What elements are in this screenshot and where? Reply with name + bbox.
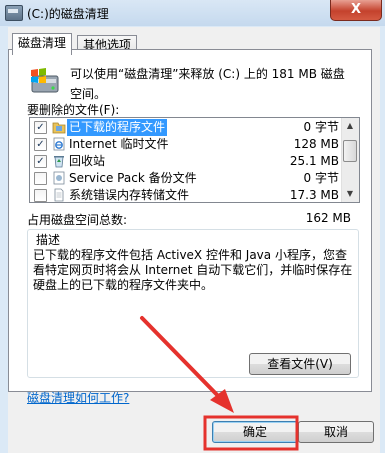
disk-cleanup-icon (31, 68, 59, 93)
cancel-button[interactable]: 取消 (298, 421, 374, 443)
checkbox[interactable]: ✓ (34, 138, 47, 151)
description-title: 描述 (33, 231, 64, 248)
ie-temp-icon (53, 137, 65, 151)
ok-button[interactable]: 确定 (212, 421, 298, 443)
list-item[interactable]: Service Pack 备份文件 0 字节 (31, 170, 343, 187)
file-list[interactable]: ✓ 已下载的程序文件 0 字节 ✓ Internet 临时文件 128 MB ✓… (29, 117, 360, 203)
help-link[interactable]: 磁盘清理如何工作? (27, 389, 129, 406)
file-name: Service Pack 备份文件 (69, 171, 197, 185)
file-size: 25.1 MB (289, 154, 339, 168)
intro-text: 可以使用“磁盘清理”来释放 (C:) 上的 181 MB 磁盘空间。 (70, 67, 345, 101)
description-text: 已下载的程序文件包括 ActiveX 控件和 Java 小程序，您查看特定网页时… (33, 248, 353, 292)
checkbox[interactable]: ✓ (34, 155, 47, 168)
disk-cleanup-app-icon (5, 5, 23, 21)
vertical-scrollbar[interactable]: ▲ ▼ (341, 118, 359, 202)
total-space-value: 162 MB (305, 211, 351, 225)
checkbox[interactable] (34, 172, 47, 185)
checkbox[interactable] (34, 189, 47, 202)
file-name: 回收站 (69, 154, 106, 168)
window-title: (C:)的磁盘清理 (27, 7, 109, 21)
view-files-button[interactable]: 查看文件(V) (249, 353, 351, 375)
file-size: 0 字节 (303, 120, 339, 134)
backup-icon (53, 171, 65, 185)
scroll-thumb[interactable] (343, 140, 357, 162)
list-item[interactable]: ✓ 回收站 25.1 MB (31, 153, 343, 170)
list-item[interactable]: ✓ 已下载的程序文件 0 字节 (31, 119, 343, 136)
list-item[interactable]: ✓ Internet 临时文件 128 MB (31, 136, 343, 153)
title-bar: (C:)的磁盘清理 X (0, 0, 385, 26)
recycle-bin-icon (54, 156, 64, 168)
file-name: Internet 临时文件 (69, 137, 169, 151)
file-name: 系统错误内存转储文件 (69, 188, 190, 202)
tab-disk-cleanup[interactable]: 磁盘清理 (12, 33, 73, 55)
document-icon (54, 188, 64, 202)
file-size: 128 MB (293, 137, 339, 151)
file-name: 已下载的程序文件 (67, 119, 168, 136)
scroll-up-icon[interactable]: ▲ (342, 118, 358, 134)
folder-icon (52, 122, 66, 134)
total-space-label: 占用磁盘空间总数: (27, 213, 128, 227)
list-item[interactable]: 系统错误内存转储文件 17.3 MB (31, 187, 343, 202)
checkbox[interactable]: ✓ (34, 121, 47, 134)
file-size: 0 字节 (303, 171, 339, 185)
file-size: 17.3 MB (289, 188, 339, 202)
scroll-down-icon[interactable]: ▼ (342, 186, 358, 202)
files-to-delete-label: 要删除的文件(F): (27, 103, 120, 117)
close-button[interactable]: X (330, 0, 382, 21)
